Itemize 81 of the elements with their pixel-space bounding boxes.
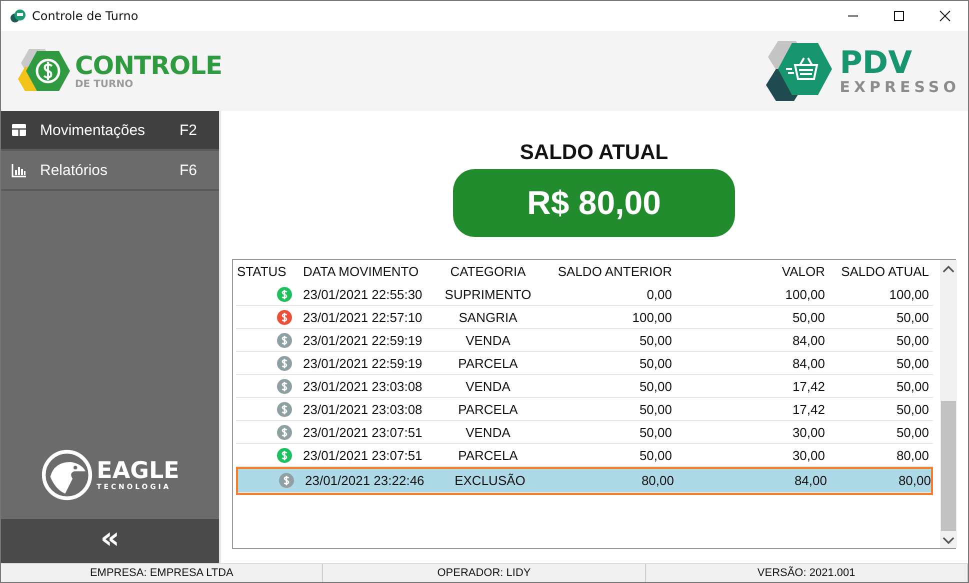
column-header[interactable]: STATUS xyxy=(236,264,295,279)
table-cell-text: VENDA xyxy=(464,424,512,440)
table-cell-text: 50,00 xyxy=(895,356,929,370)
table-cell-text: VENDA xyxy=(464,378,512,394)
table-cell-text: 23/01/2021 22:59:19 xyxy=(302,356,424,370)
table-cell-text: 23/01/2021 23:03:08 xyxy=(302,402,424,416)
table-cell-text: 100,00 xyxy=(888,286,929,302)
column-header[interactable]: CATEGORIA xyxy=(429,264,547,279)
table-cell-text: 84,00 xyxy=(791,332,825,348)
collapse-button[interactable]: « xyxy=(1,519,219,563)
shortcut-label: F6 xyxy=(179,162,197,178)
table-cell-text: 23/01/2021 22:55:30 xyxy=(302,286,424,302)
table-cell-text: 50,00 xyxy=(638,424,672,440)
selected-row[interactable]: 23/01/2021 23:22:46 EXCLUSÃO 80,00 84,00 80,00 xyxy=(238,469,931,493)
table-cell-text: 30,00 xyxy=(791,448,825,462)
scrollbar[interactable] xyxy=(940,260,957,548)
table-cell-text: 17,42 xyxy=(791,402,825,416)
table-cell-text: VENDA xyxy=(464,332,512,348)
table-cell-text: 23/01/2021 23:07:51 xyxy=(302,424,424,440)
column-header[interactable]: SALDO ANTERIOR xyxy=(547,264,672,279)
window-title: Controle de Turno xyxy=(32,9,138,23)
table-cell-text: 50,00 xyxy=(638,332,672,348)
table-cell-text: SUPRIMENTO xyxy=(444,286,532,302)
bar-chart-icon xyxy=(11,162,27,178)
table-cell-text: 50,00 xyxy=(638,448,672,462)
table-cell-text: 50,00 xyxy=(791,310,825,324)
table-cell-text: 23/01/2021 22:59:19 xyxy=(302,332,424,348)
partner-name: PDV xyxy=(840,46,914,78)
table-cell-text: 17,42 xyxy=(791,378,825,394)
table-row[interactable]: 23/01/2021 22:55:30 SUPRIMENTO 0,00 100,00 100,00 xyxy=(236,283,933,306)
company-logo-name: EAGLE xyxy=(96,459,180,483)
table-row[interactable]: 23/01/2021 23:03:08 VENDA 50,00 17,42 50,00 xyxy=(236,375,933,398)
table-cell-text: 100,00 xyxy=(631,310,672,324)
table-cell-text: 0,00 xyxy=(646,286,672,302)
brand-name: CONTROLE xyxy=(75,52,222,78)
table-cell-text: PARCELA xyxy=(457,402,519,416)
eagle-head-icon xyxy=(40,449,93,501)
table-icon xyxy=(11,122,27,138)
table-cell-text: 80,00 xyxy=(895,448,929,462)
sidebar-item-label: Movimentações xyxy=(40,122,146,138)
table-cell-text: 50,00 xyxy=(895,332,929,348)
table-cell-text: PARCELA xyxy=(457,448,519,462)
status-bar-text: VERSÃO: 2021.001 xyxy=(646,564,968,582)
table-cell-text: SANGRIA xyxy=(458,310,518,324)
balance-label: SALDO ATUAL xyxy=(520,141,668,165)
status-bar-text: OPERADOR: LIDY xyxy=(323,564,646,582)
table-row[interactable]: 23/01/2021 23:07:51 VENDA 50,00 30,00 50,00 xyxy=(236,421,933,444)
partner-subtitle: EXPRESSO xyxy=(840,78,960,96)
app-icon xyxy=(10,8,26,24)
table-cell-text: 23/01/2021 23:07:51 xyxy=(302,448,424,462)
table-cell-text: 23/01/2021 23:22:46 xyxy=(304,473,426,488)
table-cell-text: 50,00 xyxy=(895,378,929,394)
status-bar-text: EMPRESA: EMPRESA LTDA xyxy=(1,564,324,582)
table-cell-text: 30,00 xyxy=(791,424,825,440)
table-row[interactable]: 23/01/2021 23:03:08 PARCELA 50,00 17,42 50,00 xyxy=(236,398,933,421)
table-row[interactable]: 23/01/2021 22:59:19 PARCELA 50,00 84,00 50,00 xyxy=(236,352,933,375)
table-cell-text: 84,00 xyxy=(791,356,825,370)
column-header[interactable]: SALDO ATUAL xyxy=(825,264,929,279)
sidebar-item-label: Relatórios xyxy=(40,162,109,178)
table-cell-text: 50,00 xyxy=(895,310,929,324)
table-cell-text: 50,00 xyxy=(895,402,929,416)
table-cell-text: 50,00 xyxy=(895,424,929,440)
table-cell-text: 50,00 xyxy=(638,378,672,394)
brand-subtitle: DE TURNO xyxy=(75,78,134,90)
table-cell-text: 50,00 xyxy=(638,402,672,416)
table-cell-text: 80,00 xyxy=(640,473,674,488)
table-cell-text: PARCELA xyxy=(457,356,519,370)
column-header[interactable]: DATA MOVIMENTO xyxy=(295,264,429,279)
table-cell-text: 100,00 xyxy=(784,286,825,302)
table-cell-text: 23/01/2021 23:03:08 xyxy=(302,378,424,394)
balance-value: R$ 80,00 xyxy=(453,169,735,237)
table-cell-text: 84,00 xyxy=(793,473,827,488)
table-row[interactable]: 23/01/2021 22:57:10 SANGRIA 100,00 50,00 50,00 xyxy=(236,306,933,329)
shortcut-label: F2 xyxy=(179,122,197,138)
table-row[interactable]: 23/01/2021 22:59:19 VENDA 50,00 84,00 50,00 xyxy=(236,329,933,352)
sidebar-item[interactable]: Movimentações F2 xyxy=(1,111,219,151)
column-header[interactable]: VALOR xyxy=(672,264,825,279)
table-cell-text: 23/01/2021 22:57:10 xyxy=(302,310,424,324)
table-cell-text: EXCLUSÃO xyxy=(454,473,526,488)
table-cell-text: 50,00 xyxy=(638,356,672,370)
table-cell-text: 80,00 xyxy=(897,473,931,488)
